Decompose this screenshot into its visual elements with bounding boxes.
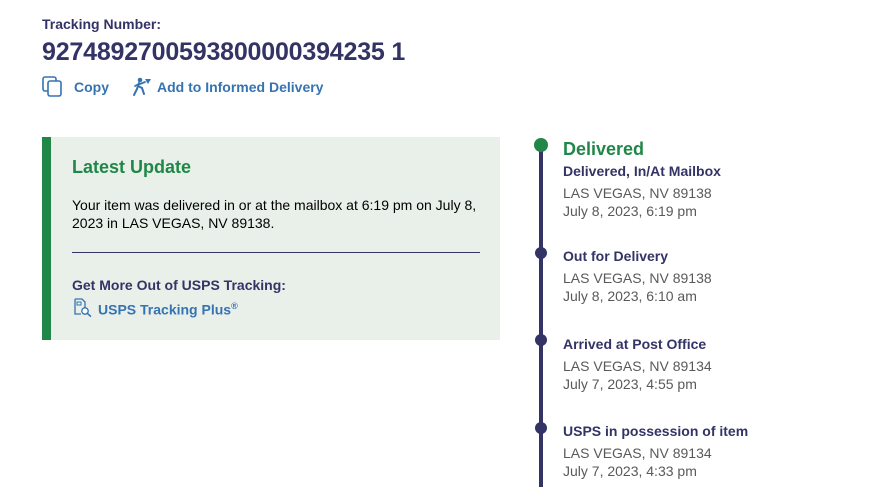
divider — [72, 252, 480, 253]
informed-delivery-label: Add to Informed Delivery — [157, 78, 324, 95]
event-status: Arrived at Post Office — [563, 336, 707, 352]
add-to-informed-delivery-button[interactable]: Add to Informed Delivery — [131, 76, 323, 97]
informed-delivery-icon — [131, 76, 153, 97]
tracking-plus-text: USPS Tracking Plus — [98, 301, 232, 318]
copy-icon — [42, 76, 63, 97]
latest-update-text: Your item was delivered in or at the mai… — [72, 197, 477, 231]
event-location: LAS VEGAS, NV 89134 — [563, 445, 712, 461]
timeline-dot — [535, 334, 547, 346]
event-time: July 8, 2023, 6:19 pm — [563, 203, 697, 219]
latest-update-title: Latest Update — [72, 157, 192, 177]
latest-update-card: Latest Update Your item was delivered in… — [42, 137, 500, 340]
usps-tracking-plus-link[interactable]: USPS Tracking Plus® — [72, 298, 238, 320]
timeline-dot — [535, 422, 547, 434]
more-tracking-label: Get More Out of USPS Tracking: — [72, 277, 286, 293]
tracking-plus-icon — [72, 298, 92, 320]
registered-mark: ® — [231, 300, 238, 311]
event-location: LAS VEGAS, NV 89138 — [563, 185, 712, 201]
timeline-event-3: Arrived at Post Office LAS VEGAS, NV 891… — [563, 336, 712, 393]
event-time: July 7, 2023, 4:55 pm — [563, 376, 697, 392]
timeline-dot — [535, 247, 547, 259]
event-location: LAS VEGAS, NV 89134 — [563, 358, 712, 374]
timeline-event-1: Delivered Delivered, In/At Mailbox LAS V… — [563, 139, 721, 220]
copy-button[interactable]: Copy — [42, 76, 109, 97]
event-status: Out for Delivery — [563, 248, 669, 264]
timeline-dot-current — [534, 138, 548, 152]
event-time: July 7, 2023, 4:33 pm — [563, 463, 697, 479]
tracking-actions: Copy Add to Informed Delivery — [42, 76, 323, 97]
tracking-timeline: Delivered Delivered, In/At Mailbox LAS V… — [530, 137, 880, 487]
timeline-event-2: Out for Delivery LAS VEGAS, NV 89138 Jul… — [563, 248, 712, 305]
event-location: LAS VEGAS, NV 89138 — [563, 270, 712, 286]
event-status: USPS in possession of item — [563, 423, 749, 439]
tracking-plus-label: USPS Tracking Plus® — [98, 301, 238, 318]
timeline-line — [539, 145, 543, 487]
event-status: Delivered, In/At Mailbox — [563, 163, 721, 179]
event-time: July 8, 2023, 6:10 am — [563, 288, 697, 304]
current-status: Delivered — [563, 139, 645, 159]
copy-label: Copy — [74, 78, 109, 95]
tracking-number-label: Tracking Number: — [42, 16, 162, 32]
timeline-event-4: USPS in possession of item LAS VEGAS, NV… — [563, 423, 748, 480]
tracking-number: 9274892700593800000394235 1 — [42, 38, 406, 66]
